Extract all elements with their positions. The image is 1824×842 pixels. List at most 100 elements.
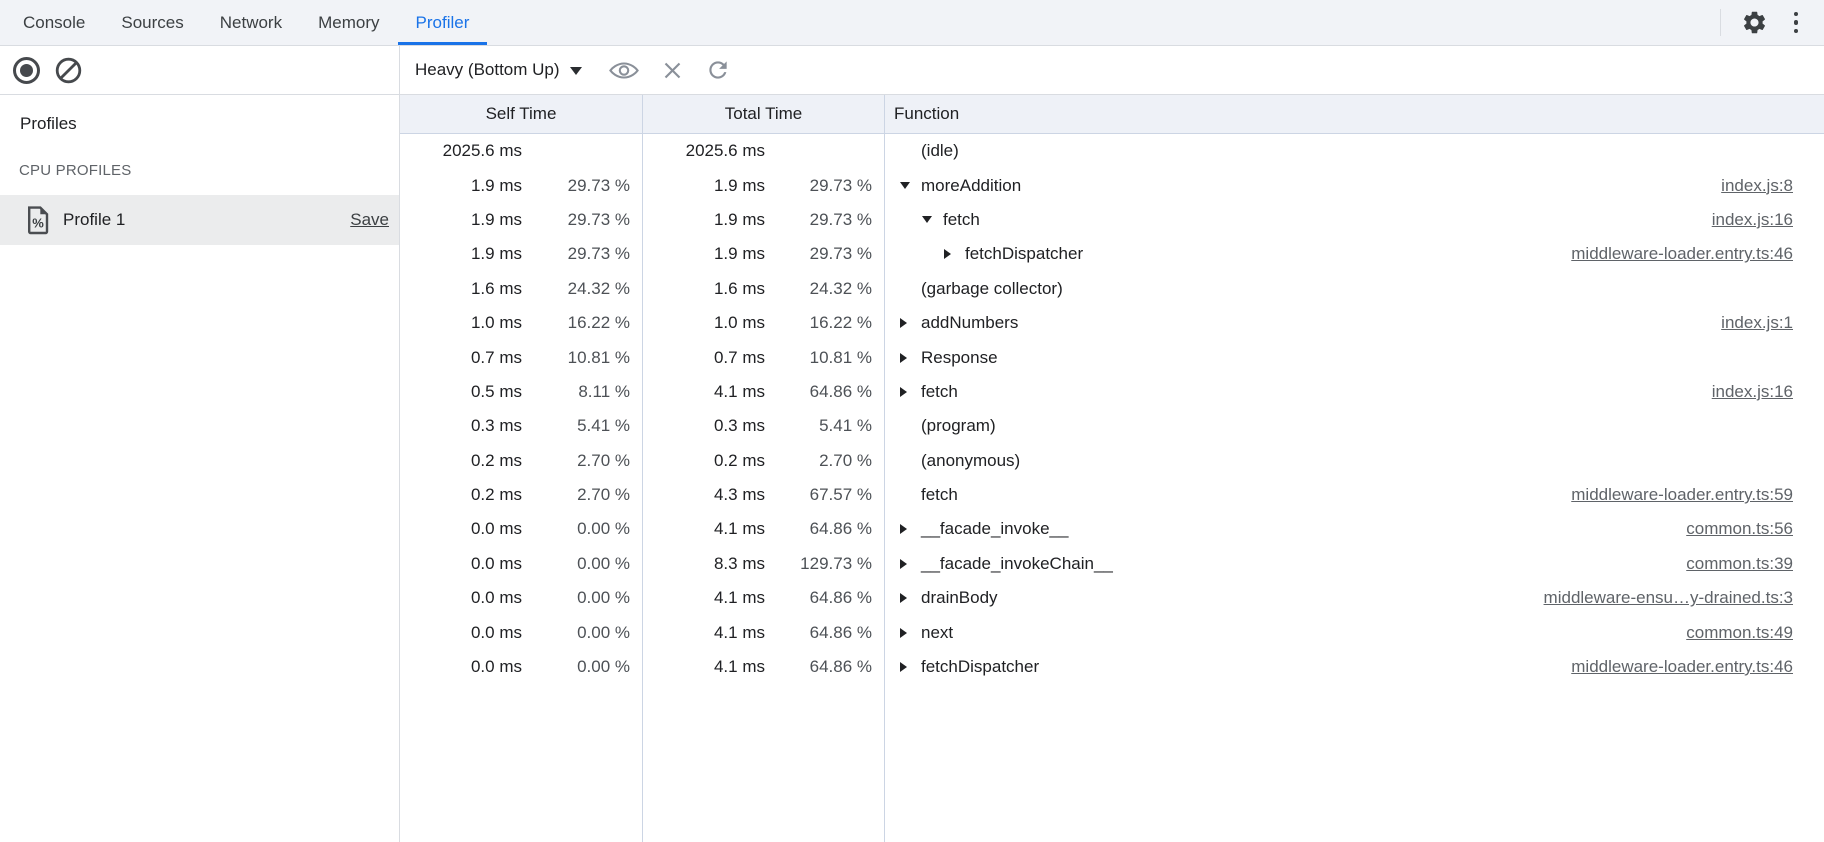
table-row[interactable]: 1.0 ms 16.22 % 1.0 ms 16.22 % addNumbers… [400, 306, 1824, 340]
source-link[interactable]: common.ts:56 [1686, 519, 1824, 539]
self-time-cell: 0.0 ms 0.00 % [400, 581, 643, 615]
total-time-cell: 0.2 ms 2.70 % [643, 444, 885, 478]
table-row[interactable]: 0.2 ms 2.70 % 0.2 ms 2.70 % (anonymous) [400, 444, 1824, 478]
source-link[interactable]: index.js:16 [1712, 210, 1824, 230]
total-time-percent: 29.73 % [765, 176, 884, 196]
function-name: Response [921, 348, 998, 368]
expand-arrow[interactable] [900, 662, 921, 672]
source-link[interactable]: common.ts:39 [1686, 554, 1824, 574]
save-profile-link[interactable]: Save [350, 210, 389, 230]
table-row[interactable]: 0.3 ms 5.41 % 0.3 ms 5.41 % (program) [400, 409, 1824, 443]
exclude-close-icon[interactable] [661, 59, 684, 82]
table-row[interactable]: 0.7 ms 10.81 % 0.7 ms 10.81 % Response [400, 340, 1824, 374]
self-time-ms: 0.0 ms [400, 588, 522, 608]
column-header-self-time[interactable]: Self Time [400, 95, 643, 133]
self-time-cell: 0.0 ms 0.00 % [400, 615, 643, 649]
cpu-profiles-section-label: CPU PROFILES [0, 162, 399, 179]
self-time-percent: 0.00 % [522, 623, 642, 643]
function-cell: (anonymous) [885, 444, 1824, 478]
restore-reload-icon[interactable] [705, 57, 731, 83]
table-row[interactable]: 0.5 ms 8.11 % 4.1 ms 64.86 % fetch index… [400, 375, 1824, 409]
expand-arrow[interactable] [900, 559, 921, 569]
function-cell: fetch index.js:16 [885, 375, 1824, 409]
source-link[interactable]: common.ts:49 [1686, 623, 1824, 643]
table-row[interactable]: 0.0 ms 0.00 % 4.1 ms 64.86 % drainBody m… [400, 581, 1824, 615]
profile-name: Profile 1 [63, 210, 125, 230]
function-name: addNumbers [921, 313, 1018, 333]
total-time-percent: 29.73 % [765, 244, 884, 264]
record-profile-icon[interactable] [13, 57, 40, 84]
self-time-ms: 0.5 ms [400, 382, 522, 402]
self-time-percent: 29.73 % [522, 176, 642, 196]
expand-arrow[interactable] [900, 593, 921, 603]
source-link[interactable]: index.js:1 [1721, 313, 1824, 333]
table-row[interactable]: 0.0 ms 0.00 % 4.1 ms 64.86 % fetchDispat… [400, 650, 1824, 684]
table-row[interactable]: 0.0 ms 0.00 % 4.1 ms 64.86 % __facade_in… [400, 512, 1824, 546]
expand-arrow[interactable] [900, 387, 921, 397]
source-link[interactable]: middleware-loader.entry.ts:59 [1571, 485, 1824, 505]
column-header-total-time[interactable]: Total Time [643, 95, 885, 133]
expand-arrow[interactable] [900, 318, 921, 328]
expand-arrow[interactable] [944, 249, 965, 259]
table-row[interactable]: 2025.6 ms 2025.6 ms (idle) [400, 134, 1824, 168]
tab-memory-label: Memory [318, 13, 379, 33]
expand-arrow[interactable] [900, 182, 921, 189]
tab-memory[interactable]: Memory [300, 0, 397, 45]
self-time-ms: 1.0 ms [400, 313, 522, 333]
function-cell: Response [885, 340, 1824, 374]
self-time-ms: 0.3 ms [400, 416, 522, 436]
tab-console[interactable]: Console [5, 0, 103, 45]
expand-arrow[interactable] [922, 216, 943, 223]
tab-profiler-label: Profiler [416, 13, 470, 33]
more-options-kebab-icon[interactable] [1788, 8, 1805, 38]
table-row[interactable]: 1.9 ms 29.73 % 1.9 ms 29.73 % fetchDispa… [400, 237, 1824, 271]
source-link[interactable]: index.js:8 [1721, 176, 1824, 196]
table-row[interactable]: 1.9 ms 29.73 % 1.9 ms 29.73 % fetch inde… [400, 203, 1824, 237]
source-link[interactable]: middleware-loader.entry.ts:46 [1571, 244, 1824, 264]
expand-arrow-icon [944, 249, 951, 259]
table-row[interactable]: 1.6 ms 24.32 % 1.6 ms 24.32 % (garbage c… [400, 272, 1824, 306]
total-time-percent: 129.73 % [765, 554, 884, 574]
self-time-percent: 16.22 % [522, 313, 642, 333]
expand-arrow[interactable] [900, 524, 921, 534]
total-time-ms: 1.0 ms [643, 313, 765, 333]
toolbar-icons [608, 57, 731, 83]
self-time-cell: 2025.6 ms [400, 134, 643, 168]
expand-arrow-icon [922, 216, 932, 223]
expand-arrow-icon [900, 524, 907, 534]
total-time-percent: 29.73 % [765, 210, 884, 230]
tab-sources[interactable]: Sources [103, 0, 201, 45]
focus-selected-eye-icon[interactable] [608, 58, 640, 83]
column-header-function[interactable]: Function [885, 95, 1824, 133]
view-mode-dropdown[interactable]: Heavy (Bottom Up) [415, 60, 582, 80]
total-time-percent: 2.70 % [765, 451, 884, 471]
profile-list-item[interactable]: % Profile 1 Save [0, 195, 399, 245]
function-cell: fetchDispatcher middleware-loader.entry.… [885, 650, 1824, 684]
function-cell: moreAddition index.js:8 [885, 168, 1824, 202]
function-name: fetchDispatcher [965, 244, 1083, 264]
settings-gear-icon[interactable] [1741, 9, 1768, 36]
source-link[interactable]: middleware-loader.entry.ts:46 [1571, 657, 1824, 677]
expand-arrow[interactable] [900, 628, 921, 638]
clear-profiles-icon[interactable] [55, 57, 82, 84]
total-time-percent: 64.86 % [765, 519, 884, 539]
table-row[interactable]: 1.9 ms 29.73 % 1.9 ms 29.73 % moreAdditi… [400, 168, 1824, 202]
expand-arrow[interactable] [900, 353, 921, 363]
table-row[interactable]: 0.0 ms 0.00 % 4.1 ms 64.86 % next common… [400, 615, 1824, 649]
table-row[interactable]: 0.2 ms 2.70 % 4.3 ms 67.57 % fetch middl… [400, 478, 1824, 512]
total-time-ms: 2025.6 ms [643, 141, 765, 161]
function-cell: __facade_invoke__ common.ts:56 [885, 512, 1824, 546]
tab-profiler[interactable]: Profiler [398, 0, 488, 45]
tab-network[interactable]: Network [202, 0, 300, 45]
self-time-percent: 29.73 % [522, 244, 642, 264]
self-time-ms: 0.7 ms [400, 348, 522, 368]
self-time-cell: 1.9 ms 29.73 % [400, 203, 643, 237]
source-link[interactable]: index.js:16 [1712, 382, 1824, 402]
total-time-cell: 1.9 ms 29.73 % [643, 203, 885, 237]
total-time-ms: 1.9 ms [643, 210, 765, 230]
table-row[interactable]: 0.0 ms 0.00 % 8.3 ms 129.73 % __facade_i… [400, 547, 1824, 581]
view-mode-value: Heavy (Bottom Up) [415, 60, 560, 80]
total-time-cell: 1.0 ms 16.22 % [643, 306, 885, 340]
source-link[interactable]: middleware-ensu…y-drained.ts:3 [1544, 588, 1824, 608]
function-cell: (garbage collector) [885, 272, 1824, 306]
